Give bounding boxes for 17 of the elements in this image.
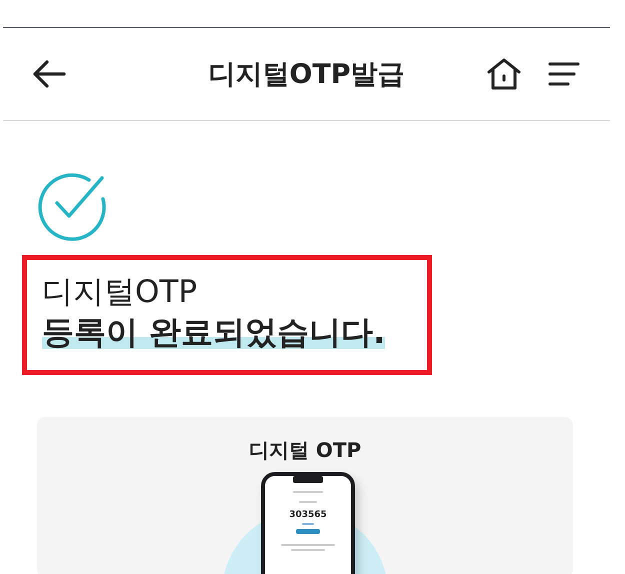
card-title: 디지털 OTP [248, 437, 362, 464]
menu-icon [548, 61, 580, 87]
text-line [299, 501, 317, 503]
text-line [291, 549, 325, 551]
text-line [302, 523, 314, 525]
home-icon [486, 57, 522, 91]
phone-notch [293, 476, 323, 483]
back-button[interactable] [31, 59, 67, 89]
confirm-pill [296, 529, 320, 534]
completion-subject: 디지털OTP [42, 273, 198, 312]
menu-button[interactable] [548, 61, 580, 87]
text-line [281, 544, 335, 546]
home-button[interactable] [486, 57, 522, 91]
page-title: 디지털OTP발급 [208, 58, 405, 92]
back-arrow-icon [31, 59, 67, 89]
otp-code: 303565 [289, 510, 327, 520]
text-line [293, 491, 323, 493]
